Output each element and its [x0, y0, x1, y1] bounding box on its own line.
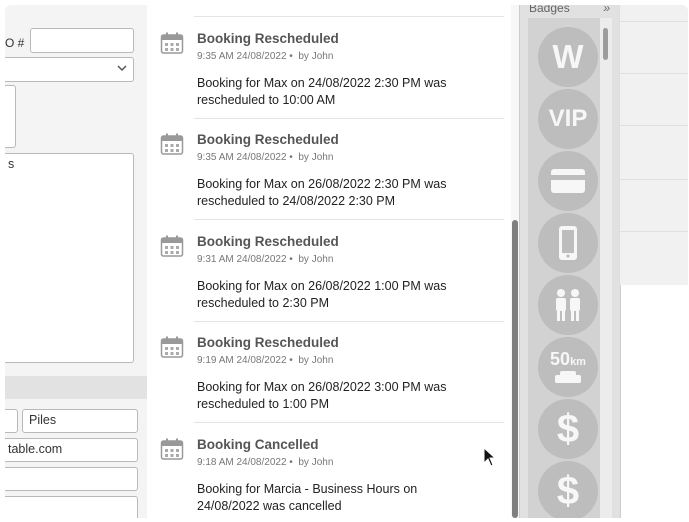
badge-label: 50km — [550, 350, 586, 371]
table-row-divider — [620, 179, 688, 180]
background-table — [619, 5, 688, 285]
feed-separator — [194, 118, 504, 119]
calendar-icon — [160, 235, 184, 257]
entry-title: Booking Rescheduled — [197, 335, 339, 350]
entry-author: by John — [298, 254, 334, 265]
table-row-divider — [620, 231, 688, 232]
calendar-icon — [160, 336, 184, 358]
badge-label: $ — [556, 406, 580, 451]
section-divider-bar — [5, 376, 147, 399]
calendar-icon — [160, 133, 184, 155]
entry-meta: 9:19 AM 24/08/2022 • by John — [197, 355, 334, 366]
po-number-input[interactable] — [30, 28, 134, 53]
entry-meta: 9:35 AM 24/08/2022 • by John — [197, 51, 334, 62]
entry-author: by John — [298, 355, 334, 366]
dollar-icon[interactable]: $ — [538, 399, 598, 459]
activity-feed: Booking Rescheduled 9:35 AM 24/08/2022 •… — [147, 5, 511, 518]
feed-separator — [194, 16, 504, 17]
booking-form-panel: O # s Piles table.com — [5, 5, 148, 518]
notes-text: s — [8, 157, 15, 171]
vip-icon[interactable]: VIP — [538, 89, 598, 149]
car-icon — [555, 370, 581, 383]
entry-author: by John — [298, 51, 334, 62]
mobile-input[interactable] — [5, 496, 138, 518]
feed-scrollbar-thumb[interactable] — [512, 220, 518, 518]
mobile-phone-icon[interactable] — [538, 213, 598, 273]
entry-body: Booking for Max on 26/08/2022 1:00 PM wa… — [197, 279, 447, 310]
distance-value: 50 — [550, 348, 571, 369]
entry-author: by John — [298, 457, 334, 468]
po-number-label: O # — [5, 36, 25, 50]
chevron-down-icon — [117, 65, 127, 72]
badges-title: Badges — [529, 5, 570, 15]
calendar-icon — [160, 438, 184, 460]
w-letter-icon[interactable]: W — [538, 27, 598, 87]
phone-input[interactable] — [5, 467, 138, 491]
app-window: O # s Piles table.com Booking Reschedule… — [5, 5, 688, 518]
badge-label: W — [552, 38, 584, 75]
entry-time: 9:35 AM 24/08/2022 — [197, 51, 287, 62]
table-row-divider — [620, 21, 688, 22]
entry-author: by John — [298, 152, 334, 163]
entry-title: Booking Cancelled — [197, 437, 319, 452]
dollar-icon[interactable]: $ — [538, 461, 598, 518]
email-input[interactable]: table.com — [5, 438, 138, 462]
address-textarea[interactable] — [5, 85, 16, 148]
table-row-divider — [620, 73, 688, 74]
entry-body: Booking for Max on 24/08/2022 2:30 PM wa… — [197, 76, 447, 107]
distance-50km-icon[interactable]: 50km — [538, 337, 598, 397]
entry-body: Booking for Max on 26/08/2022 3:00 PM wa… — [197, 380, 447, 411]
feed-separator — [194, 219, 504, 220]
entry-time: 9:31 AM 24/08/2022 — [197, 254, 287, 265]
entry-title: Booking Rescheduled — [197, 132, 339, 147]
entry-meta: 9:31 AM 24/08/2022 • by John — [197, 254, 334, 265]
entry-meta: 9:18 AM 24/08/2022 • by John — [197, 457, 334, 468]
entry-title: Booking Rescheduled — [197, 31, 339, 46]
entry-meta: 9:35 AM 24/08/2022 • by John — [197, 152, 334, 163]
entry-body: Booking for Marcia - Business Hours on 2… — [197, 482, 418, 513]
entry-title: Booking Rescheduled — [197, 234, 339, 249]
entry-body: Booking for Max on 26/08/2022 2:30 PM wa… — [197, 177, 447, 208]
people-icon[interactable] — [538, 275, 598, 335]
mouse-cursor-icon — [483, 447, 497, 467]
entry-time: 9:35 AM 24/08/2022 — [197, 152, 287, 163]
first-name-input[interactable] — [5, 409, 18, 433]
feed-separator — [194, 321, 504, 322]
last-name-input[interactable]: Piles — [22, 409, 138, 433]
distance-unit: km — [570, 355, 586, 368]
entry-time: 9:19 AM 24/08/2022 — [197, 355, 287, 366]
badges-scrollbar-track[interactable] — [600, 18, 612, 518]
badge-label: $ — [556, 468, 580, 513]
badges-panel: Badges » W VIP 50km $ $ — [519, 5, 621, 518]
badge-label: VIP — [548, 105, 588, 132]
table-row-divider — [620, 125, 688, 126]
feed-separator — [194, 422, 504, 423]
credit-card-icon[interactable] — [538, 151, 598, 211]
booking-type-select[interactable] — [5, 57, 134, 82]
expand-icon[interactable]: » — [603, 5, 610, 15]
calendar-icon — [160, 32, 184, 54]
badges-list: W VIP 50km $ $ — [528, 18, 600, 518]
notes-textarea[interactable]: s — [5, 153, 134, 363]
badges-scrollbar-thumb[interactable] — [603, 28, 608, 60]
entry-time: 9:18 AM 24/08/2022 — [197, 457, 287, 468]
